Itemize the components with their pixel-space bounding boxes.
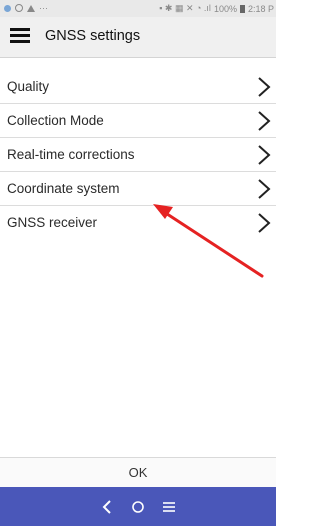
list-item-label: Collection Mode (7, 113, 104, 128)
list-item-gnss-receiver[interactable]: GNSS receiver (0, 206, 276, 240)
ok-button[interactable]: OK (129, 465, 148, 480)
list-item-label: Coordinate system (7, 181, 120, 196)
list-item-label: Real-time corrections (7, 147, 135, 162)
back-icon[interactable] (96, 496, 118, 518)
signal-icons: ▪ ✱ ▦ ✕ ◔ .ıl (159, 3, 211, 13)
menu-icon[interactable] (10, 28, 30, 43)
chevron-right-icon (258, 179, 271, 199)
list-item-quality[interactable]: Quality (0, 70, 276, 104)
status-left-icons: ··· (4, 3, 48, 13)
chevron-right-icon (258, 111, 271, 131)
list-item-collection-mode[interactable]: Collection Mode (0, 104, 276, 138)
sync-icon (15, 4, 23, 12)
navigation-bar (0, 487, 276, 526)
ok-bar: OK (0, 457, 276, 487)
status-bar: ··· ▪ ✱ ▦ ✕ ◔ .ıl 100% 2:18 P (0, 0, 276, 17)
chevron-right-icon (258, 145, 271, 165)
settings-list: Quality Collection Mode Real-time correc… (0, 70, 276, 240)
warning-icon (27, 4, 35, 12)
list-item-real-time-corrections[interactable]: Real-time corrections (0, 138, 276, 172)
list-item-label: Quality (7, 79, 50, 94)
list-item-label: GNSS receiver (7, 215, 98, 230)
chevron-right-icon (258, 213, 271, 233)
clock: 2:18 P (247, 3, 274, 14)
battery-icon (239, 4, 245, 13)
status-right: ▪ ✱ ▦ ✕ ◔ .ıl 100% 2:18 P (159, 3, 274, 14)
app-bar: GNSS settings (0, 17, 276, 58)
list-item-coordinate-system[interactable]: Coordinate system (0, 172, 276, 206)
notification-icon (4, 4, 11, 12)
battery-percent: 100% (213, 3, 237, 14)
home-icon[interactable] (127, 496, 149, 518)
chevron-right-icon (258, 77, 271, 97)
page-title: GNSS settings (45, 28, 141, 44)
more-notifications-icon: ··· (39, 3, 48, 13)
recents-icon[interactable] (158, 496, 180, 518)
